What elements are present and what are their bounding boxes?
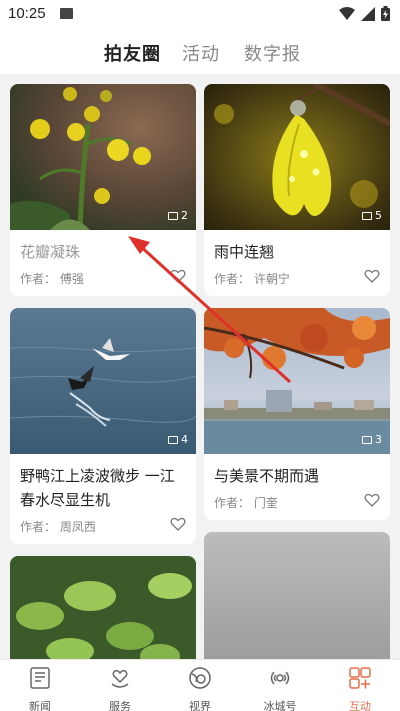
like-heart-icon[interactable] — [170, 516, 186, 532]
nav-item-news[interactable]: 新闻 — [0, 662, 80, 711]
tab-huodong[interactable]: 活动 — [182, 40, 220, 66]
card-photo[interactable] — [204, 532, 390, 659]
tab-shuzibao[interactable]: 数字报 — [244, 40, 301, 66]
feed-card[interactable]: 2 花瓣凝珠 作者： 傅强 — [10, 84, 196, 296]
like-heart-icon[interactable] — [170, 268, 186, 284]
feed-card[interactable] — [10, 556, 196, 659]
card-photo[interactable] — [10, 556, 196, 659]
status-time: 10:25 — [8, 5, 46, 22]
card-photo[interactable]: 3 — [204, 308, 390, 454]
nav-item-service[interactable]: 服务 — [80, 662, 160, 711]
card-author: 作者： 周凤西 — [20, 520, 96, 534]
card-meta: 作者： 周凤西 — [10, 512, 196, 544]
top-tab-bar: 拍友圈 活动 数字报 — [0, 28, 400, 74]
nav-label: 互动 — [349, 700, 371, 711]
feed-card[interactable] — [204, 532, 390, 659]
newspaper-icon — [30, 667, 50, 689]
nav-label: 服务 — [109, 700, 131, 711]
feed-card[interactable]: 3 与美景不期而遇 作者： 门奎 — [204, 308, 390, 520]
nav-label: 视界 — [189, 700, 211, 711]
signal-icon — [361, 6, 375, 21]
nav-label: 新闻 — [29, 700, 51, 711]
card-photo[interactable]: 2 — [10, 84, 196, 230]
photo-count-badge: 4 — [168, 433, 188, 446]
bottom-navigation: 新闻 服务 视界 冰城号 互动 — [0, 659, 400, 711]
photo-feed[interactable]: 2 花瓣凝珠 作者： 傅强 5 雨中连翘 作者： 许朝宁 4 野鸭江上凌波微步 … — [0, 74, 400, 659]
nav-label: 冰城号 — [263, 700, 297, 711]
card-title: 与美景不期而遇 — [214, 467, 320, 485]
card-author: 作者： 傅强 — [20, 272, 84, 286]
photo-count-badge: 2 — [168, 209, 188, 222]
card-title: 雨中连翘 — [214, 243, 275, 261]
broadcast-icon — [270, 671, 290, 685]
image-count-icon — [362, 435, 372, 444]
card-author: 作者： 许朝宁 — [214, 272, 290, 286]
grey-water-photo — [204, 532, 390, 659]
nav-item-bingcheng[interactable]: 冰城号 — [240, 662, 320, 711]
like-heart-icon[interactable] — [364, 268, 380, 284]
card-author: 作者： 门奎 — [214, 496, 278, 510]
photo-count-badge: 5 — [362, 209, 382, 222]
wifi-icon — [339, 6, 355, 20]
image-count-icon — [168, 435, 178, 444]
card-photo[interactable]: 4 — [10, 308, 196, 454]
feed-card[interactable]: 4 野鸭江上凌波微步 一江春水尽显生机 作者： 周凤西 — [10, 308, 196, 544]
gallery-notification-icon — [60, 8, 73, 19]
card-meta: 作者： 傅强 — [10, 264, 196, 296]
card-title: 花瓣凝珠 — [20, 243, 81, 261]
battery-icon — [381, 6, 390, 21]
image-count-icon — [362, 211, 372, 220]
card-photo[interactable]: 5 — [204, 84, 390, 230]
image-count-icon — [168, 211, 178, 220]
like-heart-icon[interactable] — [364, 492, 380, 508]
card-meta: 作者： 许朝宁 — [204, 264, 390, 296]
interaction-icon — [349, 667, 371, 689]
status-bar: 10:25 — [0, 0, 400, 28]
green-leaves-photo — [10, 556, 196, 659]
heart-hand-icon — [111, 670, 129, 688]
photo-count-badge: 3 — [362, 433, 382, 446]
card-title: 野鸭江上凌波微步 一江春水尽显生机 — [20, 467, 175, 509]
globe-lens-icon — [189, 667, 211, 689]
tab-paiyouquan[interactable]: 拍友圈 — [104, 40, 161, 66]
nav-item-vision[interactable]: 视界 — [160, 662, 240, 711]
card-meta: 作者： 门奎 — [204, 488, 390, 520]
nav-item-interaction[interactable]: 互动 — [320, 662, 400, 711]
feed-card[interactable]: 5 雨中连翘 作者： 许朝宁 — [204, 84, 390, 296]
